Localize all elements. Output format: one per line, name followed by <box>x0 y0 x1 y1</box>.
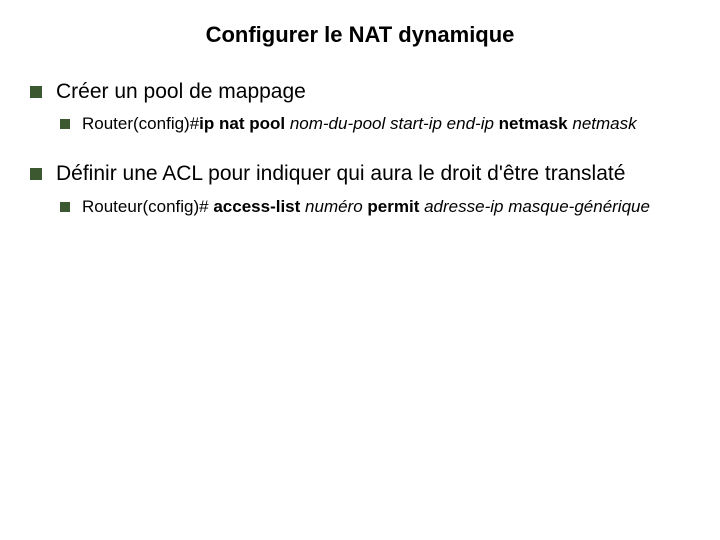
command-arg: adresse-ip masque-générique <box>424 197 650 216</box>
command-keyword: netmask <box>499 114 573 133</box>
command-arg: numéro <box>305 197 367 216</box>
list-item-text: Créer un pool de mappage <box>56 78 306 105</box>
command-prefix: Routeur(config)# <box>82 197 213 216</box>
list-subitem: Routeur(config)# access-list numéro perm… <box>60 196 690 219</box>
command-keyword: ip nat pool <box>199 114 290 133</box>
bullet-square-icon <box>60 202 70 212</box>
command-arg: netmask <box>572 114 636 133</box>
slide-content: Créer un pool de mappage Router(config)#… <box>0 78 720 218</box>
command-arg: nom-du-pool start-ip end-ip <box>290 114 499 133</box>
list-item: Définir une ACL pour indiquer qui aura l… <box>30 160 690 187</box>
list-item: Créer un pool de mappage <box>30 78 690 105</box>
bullet-square-icon <box>30 86 42 98</box>
list-item-text: Définir une ACL pour indiquer qui aura l… <box>56 160 625 187</box>
command-keyword: permit <box>367 197 424 216</box>
list-subitem-text: Router(config)#ip nat pool nom-du-pool s… <box>82 113 637 136</box>
command-prefix: Router(config)# <box>82 114 199 133</box>
slide-title: Configurer le NAT dynamique <box>0 0 720 78</box>
bullet-square-icon <box>60 119 70 129</box>
command-keyword: access-list <box>213 197 305 216</box>
slide: Configurer le NAT dynamique Créer un poo… <box>0 0 720 540</box>
bullet-square-icon <box>30 168 42 180</box>
list-subitem-text: Routeur(config)# access-list numéro perm… <box>82 196 650 219</box>
list-subitem: Router(config)#ip nat pool nom-du-pool s… <box>60 113 690 136</box>
